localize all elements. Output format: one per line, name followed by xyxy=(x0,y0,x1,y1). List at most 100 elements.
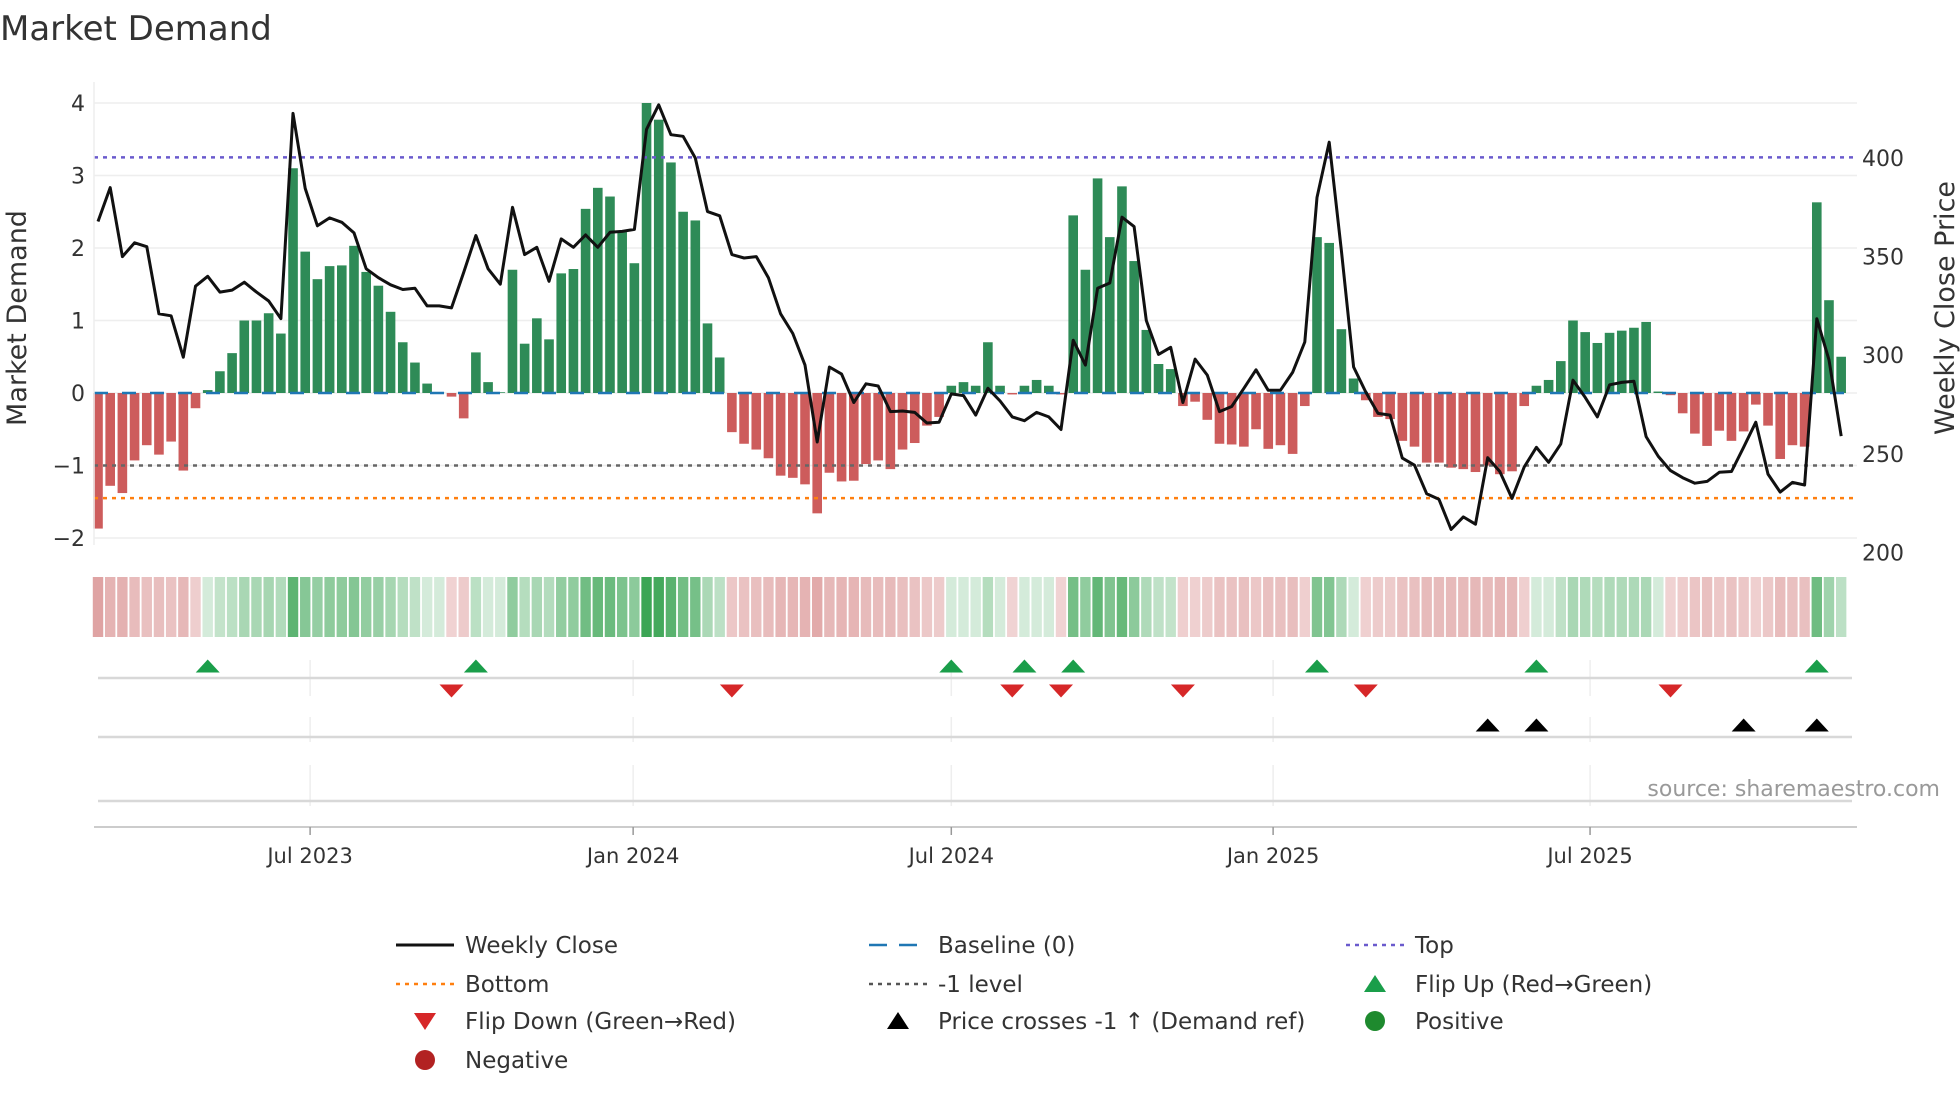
demand-bar xyxy=(775,393,786,476)
demand-strip-cell xyxy=(1214,577,1225,637)
demand-strip-cell xyxy=(1153,577,1164,637)
demand-strip-cell xyxy=(860,577,872,637)
demand-strip-cell xyxy=(982,577,994,637)
demand-strip-cell xyxy=(714,577,725,637)
demand-strip-cell xyxy=(519,577,530,637)
demand-strip-cell xyxy=(1177,577,1189,637)
demand-strip-cell xyxy=(738,577,750,637)
demand-bar xyxy=(1702,393,1712,446)
demand-bar xyxy=(1202,393,1213,420)
demand-bar xyxy=(690,220,701,393)
demand-bar xyxy=(983,342,993,393)
demand-strip-cell xyxy=(1787,577,1798,637)
demand-strip-cell xyxy=(1628,577,1640,637)
demand-strip-cell xyxy=(787,577,799,637)
demand-bar xyxy=(1434,393,1444,463)
demand-bar xyxy=(1714,393,1725,431)
demand-bar xyxy=(1690,393,1700,434)
demand-strip-cell xyxy=(1835,577,1847,637)
demand-bar xyxy=(239,320,250,393)
demand-bar xyxy=(605,196,615,393)
demand-strip-cell xyxy=(409,577,421,637)
demand-strip-cell xyxy=(1263,577,1274,637)
demand-strip-cell xyxy=(1409,577,1420,637)
demand-bar xyxy=(873,393,883,461)
demand-bar xyxy=(324,266,335,393)
demand-strip-cell xyxy=(897,577,908,637)
demand-bar xyxy=(1641,321,1651,393)
y2-tick-label: 200 xyxy=(1862,541,1904,566)
demand-bar xyxy=(532,318,542,393)
demand-bar xyxy=(1007,393,1018,395)
demand-bar xyxy=(1165,369,1176,393)
x-tick-label: Jan 2024 xyxy=(585,844,680,868)
demand-strip-cell xyxy=(1519,577,1530,637)
y-tick-label: 2 xyxy=(71,237,85,262)
demand-strip-cell xyxy=(836,577,847,637)
demand-strip-cell xyxy=(909,577,920,637)
demand-strip-cell xyxy=(312,577,323,637)
y2-tick-label: 300 xyxy=(1862,344,1904,369)
demand-strip-cell xyxy=(677,577,689,637)
demand-strip-cell xyxy=(1116,577,1128,637)
demand-bar xyxy=(349,245,359,393)
demand-strip-cell xyxy=(1726,577,1737,637)
demand-strip-cell xyxy=(1604,577,1615,637)
demand-strip-cell xyxy=(458,577,469,637)
demand-bar xyxy=(227,353,237,393)
demand-bar xyxy=(897,393,908,450)
demand-strip-cell xyxy=(1616,577,1627,637)
demand-bar xyxy=(385,311,396,393)
demand-strip-cell xyxy=(1275,577,1286,637)
demand-strip-cell xyxy=(397,577,408,637)
demand-bar xyxy=(1129,261,1139,393)
demand-bar xyxy=(1190,393,1200,402)
demand-bar xyxy=(276,333,286,393)
demand-bar xyxy=(471,352,481,393)
demand-strip-cell xyxy=(1677,577,1688,637)
demand-strip-cell xyxy=(1299,577,1311,637)
demand-bar xyxy=(1287,393,1298,454)
demand-bar xyxy=(727,393,737,433)
demand-strip-cell xyxy=(507,577,518,637)
demand-bar xyxy=(1543,379,1554,393)
demand-bar xyxy=(105,393,115,486)
demand-bar xyxy=(1787,393,1798,446)
demand-strip-cell xyxy=(178,577,189,637)
demand-bar xyxy=(117,393,128,494)
demand-bar xyxy=(800,393,810,485)
demand-strip-cell xyxy=(556,577,567,637)
flip-down-marker xyxy=(719,684,744,698)
legend--1-level-label: -1 level xyxy=(938,972,1023,998)
demand-bar xyxy=(373,285,384,393)
demand-strip-cell xyxy=(1202,577,1213,637)
demand-strip-cell xyxy=(1384,577,1396,637)
demand-strip-cell xyxy=(531,577,543,637)
demand-bar xyxy=(129,393,140,461)
demand-strip-cell xyxy=(153,577,165,637)
y-tick-label: 3 xyxy=(71,165,85,190)
demand-strip-cell xyxy=(702,577,713,637)
demand-bar xyxy=(251,320,262,393)
demand-strip-cell xyxy=(763,577,774,637)
legend-top-label: Top xyxy=(1414,933,1454,959)
demand-strip-cell xyxy=(92,577,104,637)
demand-strip-cell xyxy=(202,577,213,637)
demand-bar xyxy=(1738,393,1749,432)
x-tick-label: Jul 2025 xyxy=(1545,844,1632,868)
flip-down-marker xyxy=(1353,684,1378,698)
demand-strip-cell xyxy=(568,577,579,637)
demand-bar xyxy=(861,393,871,465)
demand-bar xyxy=(1482,393,1493,466)
demand-strip-cell xyxy=(190,577,201,637)
demand-bar xyxy=(1653,391,1664,393)
demand-strip-cell xyxy=(812,577,823,637)
demand-strip-cell xyxy=(1579,577,1591,637)
demand-strip-cell xyxy=(300,577,311,637)
demand-bar xyxy=(1446,393,1456,468)
demand-bar xyxy=(848,393,859,481)
demand-strip-cell xyxy=(1043,577,1055,637)
demand-bar xyxy=(1080,269,1091,393)
demand-bar xyxy=(410,362,420,393)
demand-strip-cell xyxy=(129,577,140,637)
